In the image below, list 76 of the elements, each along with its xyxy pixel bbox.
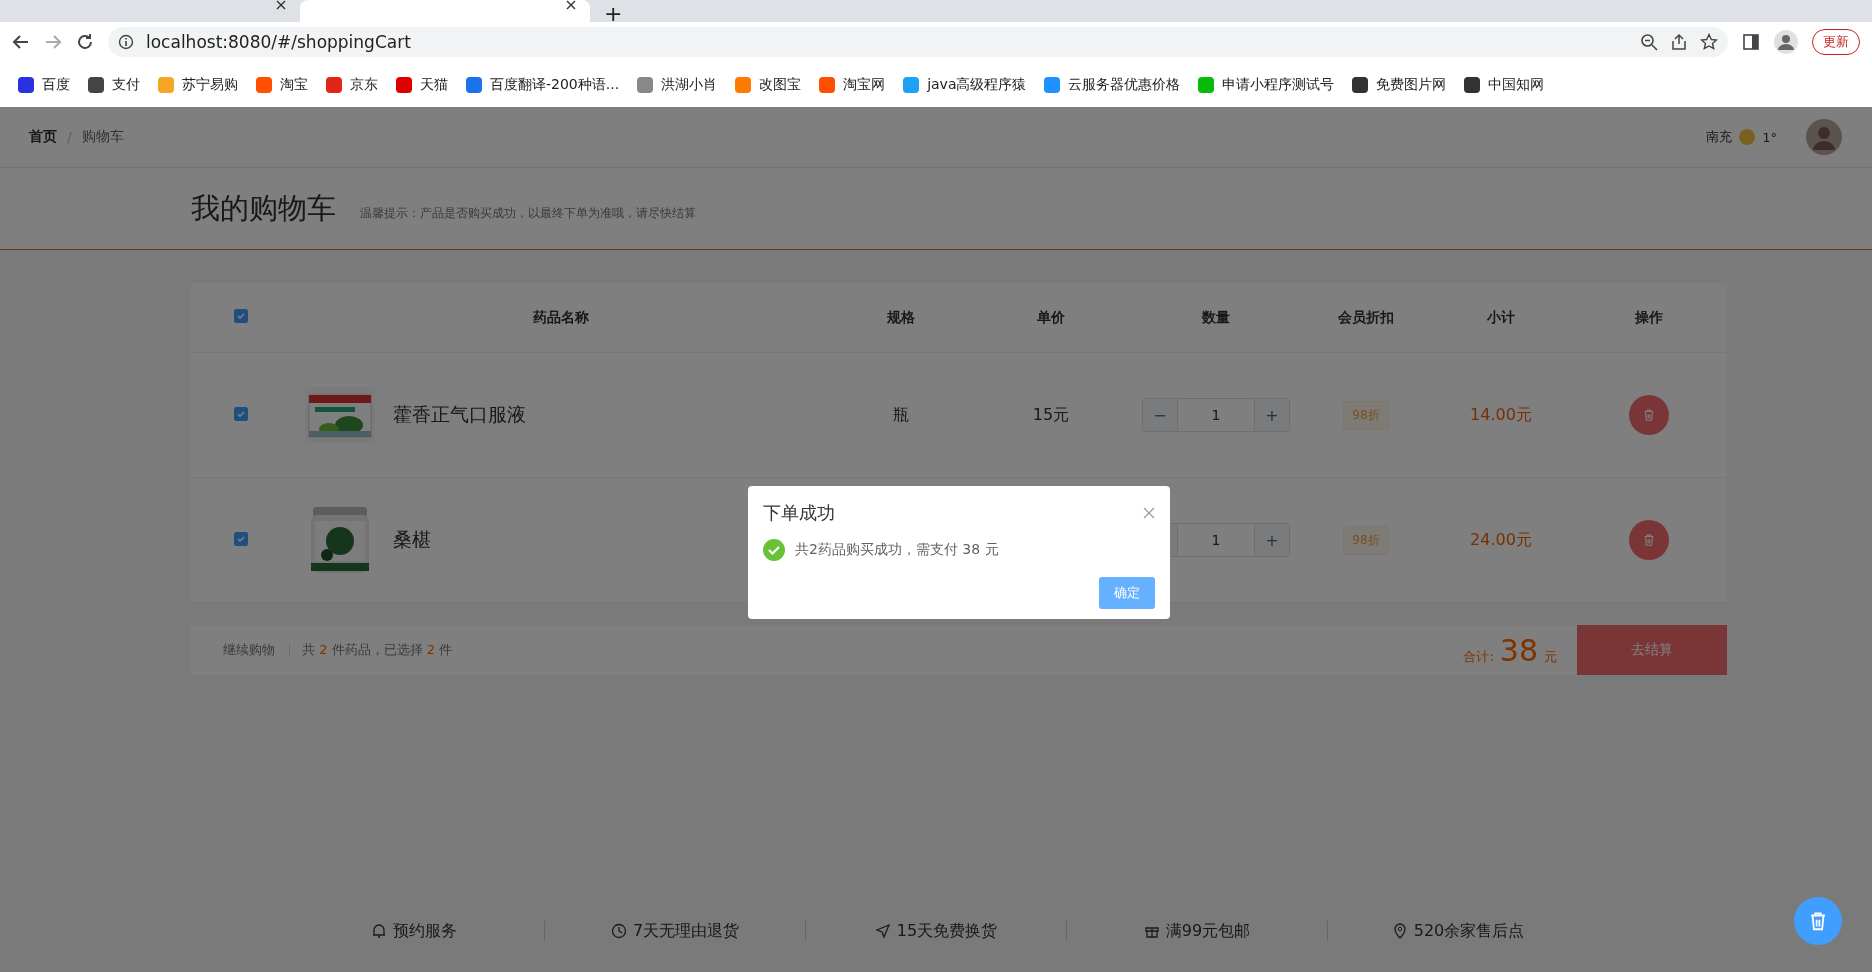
currency-label: 元: [1544, 647, 1557, 666]
bookmark[interactable]: 淘宝网: [819, 75, 886, 94]
bookmark[interactable]: 申请小程序测试号: [1198, 75, 1335, 94]
total-label: 合计:: [1463, 647, 1494, 666]
subtotal: 14.00元: [1470, 404, 1532, 426]
sun-icon: [1738, 128, 1757, 146]
dialog-message: 共2药品购买成功，需支付 38 元: [795, 541, 999, 559]
share-icon[interactable]: [1670, 33, 1688, 51]
total-amount: 38: [1499, 632, 1538, 668]
sidebar-icon[interactable]: [1742, 33, 1760, 51]
new-tab-button[interactable]: +: [604, 8, 623, 22]
bell-icon: [371, 923, 387, 939]
bookmark[interactable]: 淘宝: [256, 75, 308, 94]
column-header: 数量: [1202, 308, 1230, 327]
column-header: 单价: [1037, 308, 1065, 327]
bookmark[interactable]: 洪湖小肖: [637, 75, 718, 94]
send-icon: [874, 923, 891, 939]
bookmark[interactable]: 百度: [18, 75, 70, 94]
service-label: 7天无理由退货: [632, 920, 740, 942]
city-label: 南充: [1706, 128, 1733, 146]
table-cell: 瓶: [893, 404, 909, 424]
checkbox[interactable]: [234, 406, 248, 421]
address-field[interactable]: localhost:8080/#/shoppingCart: [108, 27, 1728, 57]
trash-icon: [1642, 533, 1656, 547]
temperature: 1°: [1762, 129, 1777, 145]
bookmark[interactable]: 苏宁易购: [158, 75, 238, 94]
close-icon[interactable]: [276, 0, 286, 10]
table-cell: 15元: [1032, 404, 1070, 424]
delete-button[interactable]: [1629, 520, 1669, 560]
checkbox[interactable]: [234, 309, 248, 323]
delete-button[interactable]: [1629, 395, 1669, 435]
bookmark[interactable]: 天猫: [396, 75, 448, 94]
profile-icon[interactable]: [1774, 30, 1798, 54]
bookmark[interactable]: 云服务器优惠价格: [1044, 75, 1181, 94]
service-label: 满99元包邮: [1165, 920, 1251, 942]
page-title: 我的购物车: [191, 189, 336, 227]
product-name: 桑椹: [393, 527, 431, 552]
check-icon: [235, 310, 247, 322]
column-header: 小计: [1487, 308, 1515, 327]
count-text: 共 2 件药品，已选择 2 件: [301, 641, 453, 659]
breadcrumb-separator: /: [67, 129, 72, 145]
bookmark[interactable]: 百度翻译-200种语...: [466, 75, 620, 94]
dialog-title: 下单成功: [763, 501, 835, 525]
discount-tag: 98折: [1343, 525, 1389, 555]
update-button[interactable]: 更新: [1812, 29, 1860, 55]
reload-icon[interactable]: [76, 33, 94, 51]
discount-tag: 98折: [1343, 400, 1389, 430]
subtotal: 24.00元: [1470, 529, 1532, 551]
forward-icon[interactable]: [44, 33, 62, 51]
star-icon[interactable]: [1700, 33, 1718, 51]
column-header: 会员折扣: [1338, 308, 1394, 327]
trash-icon: [1642, 408, 1656, 422]
tip-text: 温馨提示：产品是否购买成功，以最终下单为准哦，请尽快结算: [360, 205, 696, 222]
bookmark[interactable]: 改图宝: [735, 75, 802, 94]
column-header: 药品名称: [533, 308, 589, 327]
bookmark[interactable]: 京东: [326, 75, 378, 94]
product-name: 藿香正气口服液: [393, 402, 526, 427]
bookmark[interactable]: 免费图片网: [1352, 75, 1447, 94]
close-icon[interactable]: [566, 0, 576, 10]
back-icon[interactable]: [12, 33, 30, 51]
bookmark[interactable]: java高级程序猿: [903, 75, 1027, 94]
service-label: 预约服务: [393, 920, 457, 942]
success-icon: [763, 539, 785, 561]
column-header: 操作: [1635, 308, 1663, 327]
zoom-icon[interactable]: [1640, 33, 1658, 51]
bookmark[interactable]: 支付: [88, 75, 140, 94]
clock-icon: [610, 923, 627, 939]
breadcrumb-link[interactable]: 首页: [29, 128, 57, 146]
bookmark[interactable]: 中国知网: [1464, 75, 1545, 94]
location-icon: [1391, 923, 1408, 939]
service-label: 15天免费换货: [896, 920, 998, 942]
column-header: 规格: [887, 308, 915, 327]
service-label: 520余家售后点: [1413, 920, 1525, 942]
avatar[interactable]: [1805, 118, 1843, 156]
checkbox[interactable]: [234, 531, 248, 546]
info-icon: [118, 34, 134, 50]
